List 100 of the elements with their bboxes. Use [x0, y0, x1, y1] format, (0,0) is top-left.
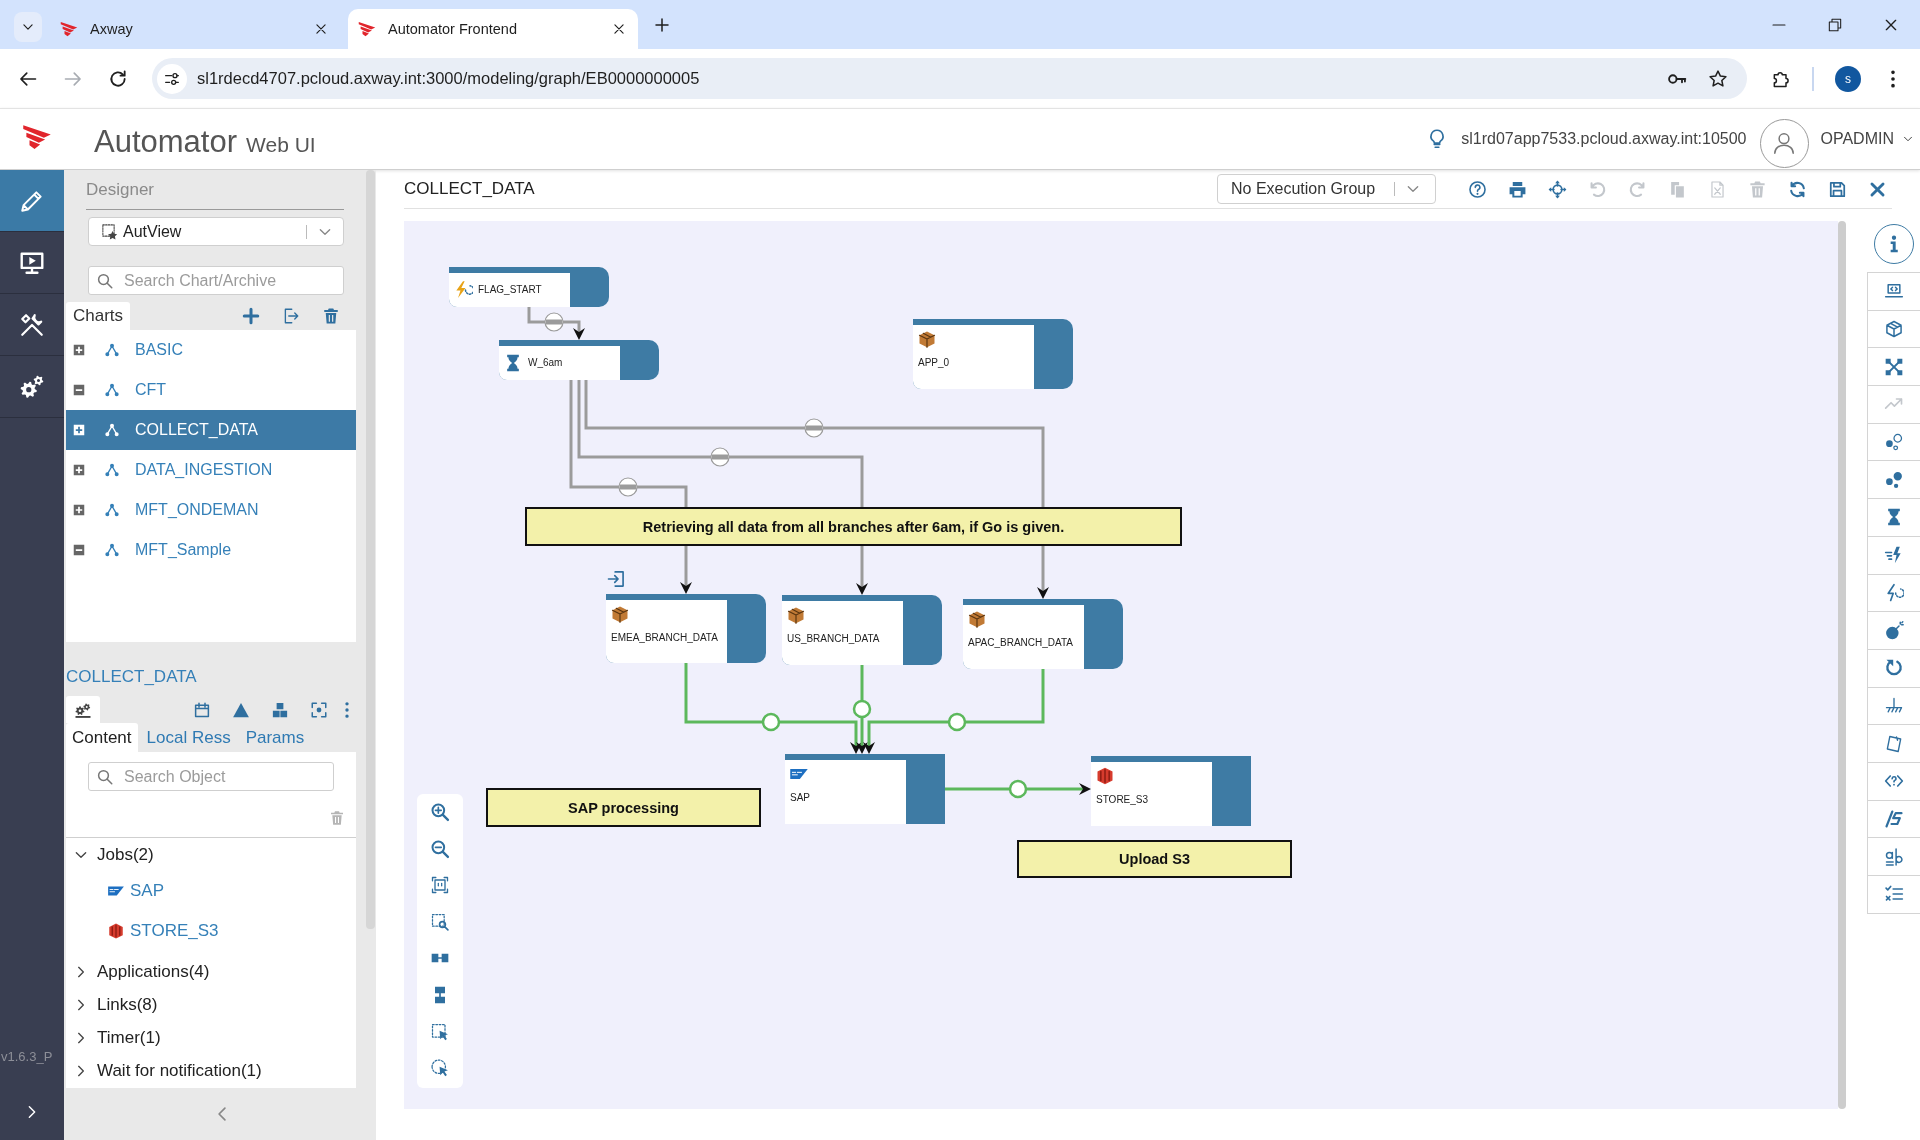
new-tab-icon[interactable] — [653, 15, 671, 34]
chart-item[interactable]: COLLECT_DATA — [66, 410, 356, 450]
expand-icon[interactable] — [72, 503, 86, 517]
gears-icon — [19, 373, 45, 400]
panel-tab[interactable]: Content — [66, 723, 138, 752]
refresh-icon[interactable] — [1788, 179, 1807, 199]
cube-icon — [1095, 766, 1115, 786]
star-icon[interactable] — [1708, 68, 1728, 89]
chart-title: COLLECT_DATA — [404, 179, 535, 199]
icon-tab[interactable] — [66, 696, 100, 723]
palette-tool[interactable] — [1867, 687, 1920, 726]
palette-tool[interactable] — [1867, 461, 1920, 500]
help-icon[interactable] — [1468, 179, 1487, 199]
node-label: FLAG_START — [478, 284, 542, 296]
plus-icon[interactable] — [242, 307, 260, 325]
zoom-area-icon[interactable] — [430, 911, 450, 932]
comment-note: Upload S3 — [1017, 840, 1292, 878]
restore-icon[interactable] — [1827, 16, 1843, 33]
palette-tool[interactable] — [1867, 876, 1920, 914]
save-icon[interactable] — [1828, 179, 1847, 199]
chart-item[interactable]: CFT — [66, 370, 356, 410]
palette-tool[interactable] — [1867, 310, 1920, 349]
palette-tool[interactable] — [1867, 612, 1920, 650]
package-icon — [786, 605, 806, 625]
tree-item[interactable]: Links(8) — [66, 988, 356, 1021]
tree-item[interactable]: Timer(1) — [66, 1021, 356, 1054]
palette-tool[interactable] — [1867, 348, 1920, 387]
palette-tool[interactable] — [1867, 649, 1920, 688]
lasso-select-icon[interactable] — [430, 1058, 450, 1079]
server-address: sl1rd07app7533.pcloud.axway.int:10500 — [1461, 130, 1747, 148]
star-frame-icon — [101, 222, 119, 241]
browser-tab[interactable]: Automator Frontend — [348, 9, 638, 49]
tree-item[interactable]: Wait for notification(1) — [66, 1054, 356, 1087]
more-icon[interactable] — [1891, 69, 1895, 88]
chart-item[interactable]: MFT_ONDEMAN — [66, 490, 356, 530]
palette-tool[interactable] — [1867, 762, 1920, 801]
tree-item[interactable]: STORE_S3 — [66, 911, 356, 951]
tree-item[interactable]: Applications(4) — [66, 955, 356, 988]
chart-item[interactable]: DATA_INGESTION — [66, 450, 356, 490]
search-field[interactable]: Search Object — [88, 762, 334, 791]
fit-icon[interactable] — [430, 875, 450, 896]
palette-tool[interactable] — [1867, 838, 1920, 876]
app-subtitle: Web UI — [246, 133, 316, 157]
move-icon[interactable] — [1548, 179, 1567, 199]
scrollbar[interactable] — [1838, 221, 1846, 1109]
chart-item[interactable]: MFT_Sample — [66, 530, 356, 570]
address-field[interactable]: sl1rdecd4707.pcloud.axway.int:3000/modeling/graph/EB0000000005 — [152, 58, 1747, 99]
cubes-icon — [271, 700, 289, 719]
node-label: US_BRANCH_DATA — [787, 633, 880, 645]
select-box-icon[interactable] — [430, 1021, 450, 1042]
search-icon — [96, 271, 114, 290]
more-icon — [345, 701, 349, 718]
node-label: EMEA_BRANCH_DATA — [611, 632, 718, 644]
package-icon — [967, 609, 987, 629]
user-menu[interactable]: OPADMIN — [1820, 130, 1914, 148]
panel-title: Designer — [86, 179, 155, 200]
tree-item[interactable]: Jobs(2) — [66, 838, 356, 871]
tools-icon — [19, 311, 45, 338]
node-label: APP_0 — [918, 357, 950, 369]
export-icon[interactable] — [282, 307, 300, 325]
collapse-icon[interactable] — [72, 543, 86, 557]
node-label: STORE_S3 — [1096, 794, 1149, 806]
trash-icon[interactable] — [322, 307, 340, 325]
logo-icon — [60, 20, 78, 38]
panel-tab[interactable]: Params — [239, 723, 311, 752]
palette-tool[interactable] — [1867, 800, 1920, 839]
tree-nodes-icon — [104, 342, 120, 358]
cube-icon — [107, 922, 125, 940]
view-select[interactable]: AutView — [88, 217, 344, 246]
close-icon[interactable] — [314, 22, 328, 36]
search-icon — [96, 767, 114, 786]
palette-tool[interactable] — [1867, 725, 1920, 763]
panel-tab[interactable]: Charts — [66, 302, 131, 330]
palette-tool[interactable] — [1867, 499, 1920, 537]
close-icon[interactable] — [612, 22, 626, 36]
printer-icon[interactable] — [1508, 179, 1527, 199]
palette-tool[interactable] — [1867, 574, 1920, 613]
collapse-icon[interactable] — [72, 383, 86, 397]
chart-item[interactable]: BASIC — [66, 330, 356, 370]
package-icon — [610, 604, 630, 624]
expand-icon[interactable] — [72, 423, 86, 437]
browser-tab[interactable]: Axway — [50, 9, 340, 49]
tree-item[interactable]: SAP — [66, 871, 356, 911]
execution-group-select[interactable]: No Execution Group — [1217, 174, 1436, 204]
calendar-icon — [193, 700, 211, 719]
panel-tab[interactable]: Local Ress — [140, 723, 237, 752]
zoom-out-icon[interactable] — [430, 838, 450, 859]
reload-icon[interactable] — [108, 68, 128, 89]
logo-icon — [22, 122, 52, 152]
palette-tool[interactable] — [1867, 273, 1920, 311]
search-field[interactable]: Search Chart/Archive — [88, 266, 344, 295]
palette-tool[interactable] — [1867, 536, 1920, 575]
zoom-in-icon[interactable] — [430, 802, 450, 822]
expand-icon[interactable] — [72, 343, 86, 357]
site-settings-button[interactable] — [157, 63, 187, 94]
palette-tool[interactable] — [1867, 423, 1920, 462]
profile-avatar[interactable]: s — [1835, 65, 1861, 92]
expand-icon[interactable] — [72, 463, 86, 477]
scrollbar[interactable] — [365, 170, 375, 929]
comment-note: Retrieving all data from all branches after 6am, if Go is given. — [525, 507, 1182, 546]
